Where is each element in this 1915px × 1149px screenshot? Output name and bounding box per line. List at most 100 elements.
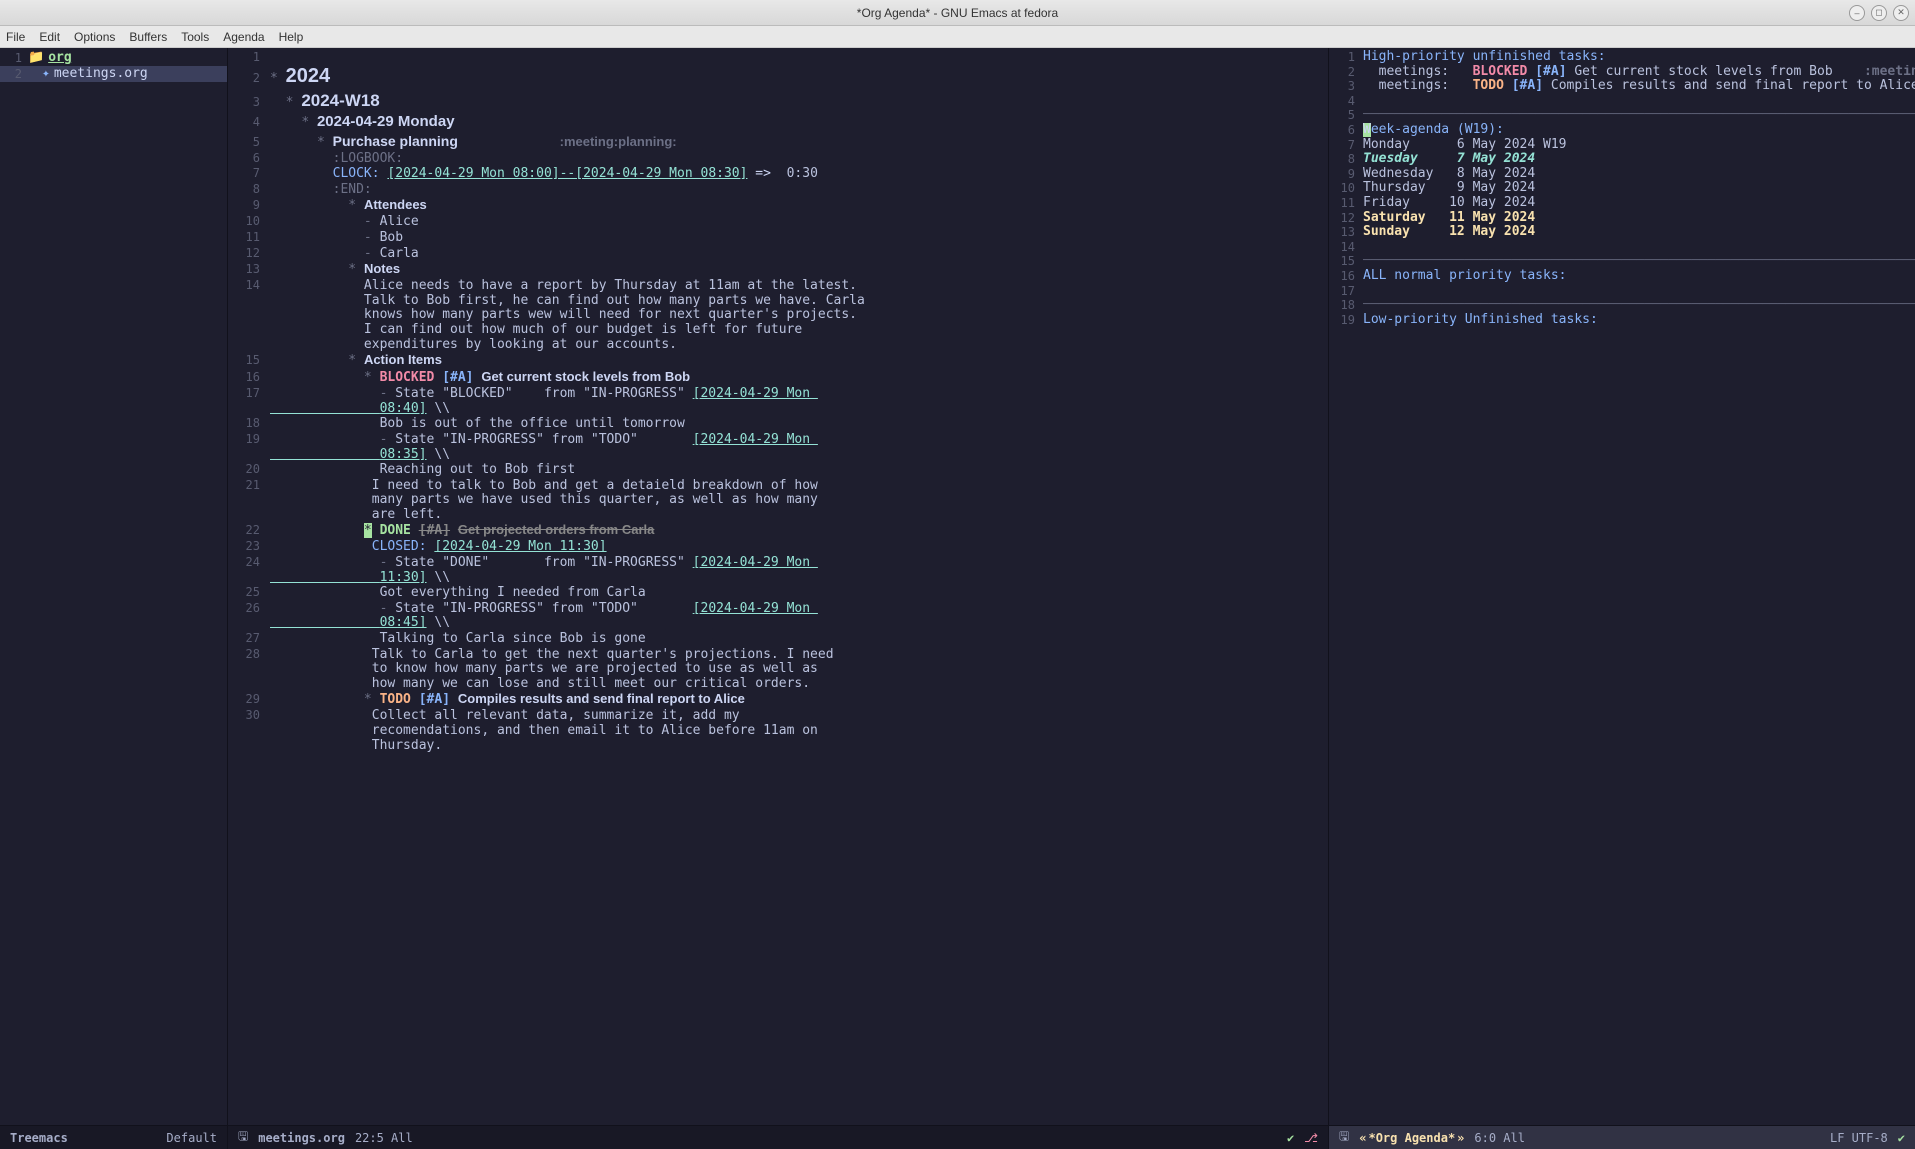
line-content[interactable]: - State "IN-PROGRESS" from "TODO" [2024-…	[270, 433, 1328, 462]
org-line[interactable]: 11 - Bob	[228, 230, 1328, 246]
org-line[interactable]: 17 - State "BLOCKED" from "IN-PROGRESS" …	[228, 386, 1328, 416]
agenda-line[interactable]: 16ALL normal priority tasks:	[1329, 269, 1915, 284]
agenda-line[interactable]: 5───────────────────────────────────────…	[1329, 108, 1915, 123]
org-line[interactable]: 1	[228, 50, 1328, 65]
org-line[interactable]: 4 * 2024-04-29 Monday	[228, 113, 1328, 133]
line-content[interactable]	[1363, 94, 1915, 109]
agenda-line[interactable]: 11Friday 10 May 2024	[1329, 196, 1915, 211]
line-content[interactable]: - State "IN-PROGRESS" from "TODO" [2024-…	[270, 602, 1328, 631]
line-content[interactable]: I need to talk to Bob and get a detaield…	[270, 479, 1328, 523]
agenda-line[interactable]: 18──────────────────────────────────────…	[1329, 298, 1915, 313]
close-button[interactable]: ✕	[1893, 5, 1909, 21]
maximize-button[interactable]: ◻	[1871, 5, 1887, 21]
line-content[interactable]: * BLOCKED [#A] Get current stock levels …	[270, 369, 1328, 385]
org-line[interactable]: 12 - Carla	[228, 246, 1328, 262]
line-content[interactable]: Alice needs to have a report by Thursday…	[270, 279, 1328, 352]
line-content[interactable]: * Purchase planning :meeting:planning:	[270, 133, 1328, 150]
line-content[interactable]: Bob is out of the office until tomorrow	[270, 417, 1328, 432]
treemacs-body[interactable]: 1 📁 org 2 ✦ meetings.org	[0, 48, 227, 1125]
line-content[interactable]: Thursday 9 May 2024	[1363, 181, 1915, 196]
line-content[interactable]: Wednesday 8 May 2024	[1363, 167, 1915, 182]
menu-help[interactable]: Help	[279, 30, 304, 44]
line-content[interactable]: Low-priority Unfinished tasks:	[1363, 313, 1915, 328]
line-content[interactable]: * 2024-04-29 Monday	[270, 113, 1328, 130]
org-line[interactable]: 14 Alice needs to have a report by Thurs…	[228, 278, 1328, 352]
agenda-line[interactable]: 19Low-priority Unfinished tasks:	[1329, 313, 1915, 328]
line-content[interactable]: * 2024-W18	[270, 91, 1328, 111]
org-line[interactable]: 27 Talking to Carla since Bob is gone	[228, 631, 1328, 647]
line-content[interactable]: - State "DONE" from "IN-PROGRESS" [2024-…	[270, 556, 1328, 585]
line-content[interactable]: Saturday 11 May 2024	[1363, 211, 1915, 226]
org-line[interactable]: 28 Talk to Carla to get the next quarter…	[228, 647, 1328, 692]
org-line[interactable]: 30 Collect all relevant data, summarize …	[228, 708, 1328, 753]
agenda-line[interactable]: 8Tuesday 7 May 2024	[1329, 152, 1915, 167]
org-line[interactable]: 10 - Alice	[228, 214, 1328, 230]
line-content[interactable]: CLOSED: [2024-04-29 Mon 11:30]	[270, 540, 1328, 555]
menu-edit[interactable]: Edit	[39, 30, 60, 44]
org-line[interactable]: 18 Bob is out of the office until tomorr…	[228, 416, 1328, 432]
menu-agenda[interactable]: Agenda	[223, 30, 264, 44]
line-content[interactable]	[1363, 284, 1915, 299]
org-line[interactable]: 26 - State "IN-PROGRESS" from "TODO" [20…	[228, 601, 1328, 631]
line-content[interactable]: Talking to Carla since Bob is gone	[270, 632, 1328, 647]
line-content[interactable]: ALL normal priority tasks:	[1363, 269, 1915, 284]
line-content[interactable]: Sunday 12 May 2024	[1363, 225, 1915, 240]
org-line[interactable]: 9 * Attendees	[228, 197, 1328, 214]
line-content[interactable]: - Alice	[270, 215, 1328, 230]
line-content[interactable]: - State "BLOCKED" from "IN-PROGRESS" [20…	[270, 387, 1328, 416]
org-line[interactable]: 23 CLOSED: [2024-04-29 Mon 11:30]	[228, 539, 1328, 555]
org-line[interactable]: 24 - State "DONE" from "IN-PROGRESS" [20…	[228, 555, 1328, 585]
line-content[interactable]: * Action Items	[270, 352, 1328, 368]
line-content[interactable]: ────────────────────────────────────────…	[1363, 108, 1915, 123]
line-content[interactable]	[1363, 240, 1915, 255]
agenda-line[interactable]: 3 meetings: TODO [#A] Compiles results a…	[1329, 79, 1915, 94]
org-line[interactable]: 5 * Purchase planning :meeting:planning:	[228, 133, 1328, 151]
line-content[interactable]: * TODO [#A] Compiles results and send fi…	[270, 691, 1328, 707]
menu-buffers[interactable]: Buffers	[129, 30, 167, 44]
agenda-line[interactable]: 2 meetings: BLOCKED [#A] Get current sto…	[1329, 65, 1915, 80]
agenda-line[interactable]: 12Saturday 11 May 2024	[1329, 211, 1915, 226]
org-line[interactable]: 29 * TODO [#A] Compiles results and send…	[228, 691, 1328, 708]
line-content[interactable]: * 2024	[270, 65, 1328, 88]
line-content[interactable]: ────────────────────────────────────────…	[1363, 254, 1915, 269]
org-line[interactable]: 20 Reaching out to Bob first	[228, 462, 1328, 478]
agenda-line[interactable]: 13Sunday 12 May 2024	[1329, 225, 1915, 240]
line-content[interactable]: Talk to Carla to get the next quarter's …	[270, 648, 1328, 692]
line-content[interactable]: Week-agenda (W19):	[1363, 123, 1915, 138]
line-content[interactable]: * Attendees	[270, 197, 1328, 213]
menubar[interactable]: File Edit Options Buffers Tools Agenda H…	[0, 26, 1915, 48]
agenda-line[interactable]: 6Week-agenda (W19):	[1329, 123, 1915, 138]
line-content[interactable]: - Bob	[270, 231, 1328, 246]
line-content[interactable]: - Carla	[270, 247, 1328, 262]
menu-file[interactable]: File	[6, 30, 25, 44]
line-content[interactable]: Got everything I needed from Carla	[270, 586, 1328, 601]
org-line[interactable]: 8 :END:	[228, 182, 1328, 198]
line-content[interactable]: :LOGBOOK:	[270, 152, 1328, 167]
org-line[interactable]: 13 * Notes	[228, 261, 1328, 278]
line-content[interactable]: ────────────────────────────────────────…	[1363, 298, 1915, 313]
line-content[interactable]: CLOCK: [2024-04-29 Mon 08:00]--[2024-04-…	[270, 167, 1328, 182]
line-content[interactable]: Reaching out to Bob first	[270, 463, 1328, 478]
org-line[interactable]: 15 * Action Items	[228, 352, 1328, 369]
line-content[interactable]: Collect all relevant data, summarize it,…	[270, 709, 1328, 753]
org-line[interactable]: 16 * BLOCKED [#A] Get current stock leve…	[228, 369, 1328, 386]
agenda-line[interactable]: 7Monday 6 May 2024 W19	[1329, 138, 1915, 153]
org-line[interactable]: 21 I need to talk to Bob and get a detai…	[228, 478, 1328, 523]
agenda-line[interactable]: 15──────────────────────────────────────…	[1329, 254, 1915, 269]
line-content[interactable]: meetings: TODO [#A] Compiles results and…	[1363, 79, 1915, 94]
line-content[interactable]: Friday 10 May 2024	[1363, 196, 1915, 211]
minimize-button[interactable]: –	[1849, 5, 1865, 21]
org-line[interactable]: 7 CLOCK: [2024-04-29 Mon 08:00]--[2024-0…	[228, 166, 1328, 182]
menu-options[interactable]: Options	[74, 30, 115, 44]
tree-row-project[interactable]: 1 📁 org	[0, 50, 227, 66]
org-line[interactable]: 6 :LOGBOOK:	[228, 151, 1328, 167]
agenda-line[interactable]: 14	[1329, 240, 1915, 255]
agenda-line[interactable]: 9Wednesday 8 May 2024	[1329, 167, 1915, 182]
agenda-buffer[interactable]: 1High-priority unfinished tasks:2 meetin…	[1329, 48, 1915, 1125]
tree-row-file[interactable]: 2 ✦ meetings.org	[0, 66, 227, 82]
agenda-line[interactable]: 17	[1329, 284, 1915, 299]
agenda-line[interactable]: 4	[1329, 94, 1915, 109]
menu-tools[interactable]: Tools	[181, 30, 209, 44]
line-content[interactable]: Monday 6 May 2024 W19	[1363, 138, 1915, 153]
line-content[interactable]: meetings: BLOCKED [#A] Get current stock…	[1363, 65, 1915, 80]
